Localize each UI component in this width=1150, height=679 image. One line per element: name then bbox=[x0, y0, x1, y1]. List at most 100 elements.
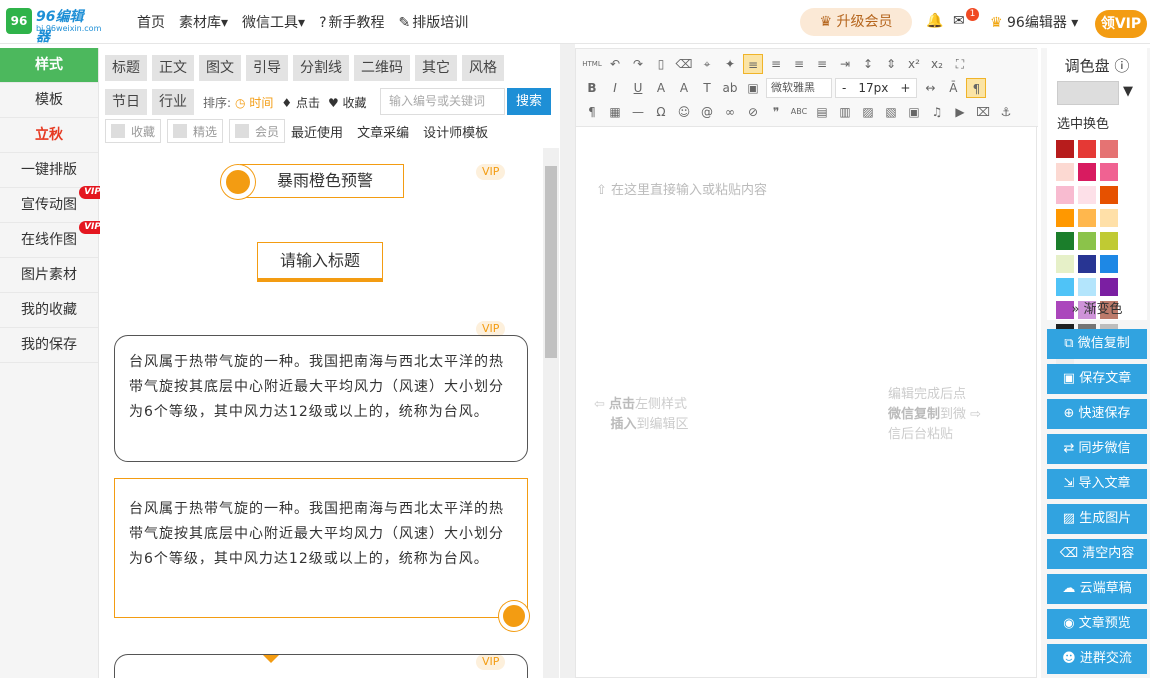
clear-format-icon[interactable]: ⌫ bbox=[674, 54, 694, 74]
sort-by-time[interactable]: ◷ 时间 bbox=[235, 94, 273, 111]
nav-materials[interactable]: 素材库▾ bbox=[179, 12, 228, 32]
emoji-icon[interactable]: ☺ bbox=[674, 102, 694, 122]
format-brush-icon[interactable]: ⌖ bbox=[697, 54, 717, 74]
material-scrollbar[interactable] bbox=[543, 148, 559, 678]
html-icon[interactable]: HTML bbox=[582, 54, 602, 74]
action-button[interactable]: ▨ 生成图片 bbox=[1047, 504, 1147, 534]
action-button[interactable]: ☻ 进群交流 bbox=[1047, 644, 1147, 674]
color-swatch[interactable] bbox=[1056, 232, 1074, 250]
action-button[interactable]: ⇲ 导入文章 bbox=[1047, 469, 1147, 499]
tag-industry[interactable]: 行业 bbox=[152, 89, 194, 115]
bold-icon[interactable]: B bbox=[582, 78, 602, 98]
sidebar-item-saved[interactable]: 我的保存 bbox=[0, 328, 98, 363]
filter-member[interactable]: 会员 bbox=[229, 119, 286, 143]
link-article-collect[interactable]: 文章采编 bbox=[357, 122, 409, 141]
action-button[interactable]: ⊕ 快速保存 bbox=[1047, 399, 1147, 429]
quote-icon[interactable]: ❞ bbox=[766, 102, 786, 122]
fullscreen-icon[interactable]: ⛶ bbox=[950, 54, 970, 74]
omega-icon[interactable]: Ω bbox=[651, 102, 671, 122]
nav-wechat-tools[interactable]: 微信工具▾ bbox=[242, 12, 305, 32]
color-swatch[interactable] bbox=[1078, 163, 1096, 181]
strikethrough-icon[interactable]: ABC bbox=[789, 102, 809, 122]
color-select[interactable] bbox=[1057, 81, 1119, 105]
color-swatch[interactable] bbox=[1100, 163, 1118, 181]
tag-style[interactable]: 风格 bbox=[462, 55, 504, 81]
color-swatch[interactable] bbox=[1100, 255, 1118, 273]
sidebar-item-favorites[interactable]: 我的收藏 bbox=[0, 293, 98, 328]
link-designer-template[interactable]: 设计师模板 bbox=[423, 122, 488, 141]
tag-body[interactable]: 正文 bbox=[152, 55, 194, 81]
color-swatch[interactable] bbox=[1078, 255, 1096, 273]
editor-placeholder[interactable]: ⇧ 在这里直接输入或粘贴内容 bbox=[596, 179, 767, 198]
sidebar-item-images[interactable]: 图片素材 bbox=[0, 258, 98, 293]
subscript-icon[interactable]: x₂ bbox=[927, 54, 947, 74]
get-vip-button[interactable]: 领VIP bbox=[1095, 10, 1147, 38]
paragraph-spacing-icon[interactable]: ⇕ bbox=[881, 54, 901, 74]
color-swatch[interactable] bbox=[1056, 278, 1074, 296]
filter-favorites[interactable]: 收藏 bbox=[105, 119, 162, 143]
rtl-icon[interactable]: ¶ bbox=[582, 102, 602, 122]
font-size-value[interactable]: 17px bbox=[852, 79, 894, 97]
search-button[interactable]: 搜索 bbox=[507, 88, 551, 115]
undo-icon[interactable]: ↶ bbox=[605, 54, 625, 74]
upgrade-member-button[interactable]: ♛ 升级会员 bbox=[800, 8, 912, 36]
music-icon[interactable]: ♫ bbox=[927, 102, 947, 122]
redo-icon[interactable]: ↷ bbox=[628, 54, 648, 74]
line-height-icon[interactable]: ↕ bbox=[858, 54, 878, 74]
search-input[interactable]: 输入编号或关键词 bbox=[380, 88, 505, 115]
horizontal-rule-icon[interactable]: — bbox=[628, 102, 648, 122]
template-icon[interactable]: ▤ bbox=[812, 102, 832, 122]
sidebar-item-style[interactable]: 样式 bbox=[0, 48, 98, 83]
sidebar-item-gif[interactable]: 宣传动图 VIP bbox=[0, 186, 106, 223]
link-recent[interactable]: 最近使用 bbox=[291, 122, 343, 141]
chevron-down-icon[interactable]: ▼ bbox=[1123, 84, 1133, 99]
action-button[interactable]: ☁ 云端草稿 bbox=[1047, 574, 1147, 604]
font-color-icon[interactable]: A bbox=[674, 78, 694, 98]
color-swatch[interactable] bbox=[1100, 209, 1118, 227]
color-swatch[interactable] bbox=[1078, 209, 1096, 227]
image-icon[interactable]: ▣ bbox=[743, 78, 763, 98]
color-swatch[interactable] bbox=[1100, 140, 1118, 158]
color-swatch[interactable] bbox=[1078, 278, 1096, 296]
image-insert-icon[interactable]: ▨ bbox=[858, 102, 878, 122]
color-swatch[interactable] bbox=[1078, 140, 1096, 158]
indent-icon[interactable]: ⇥ bbox=[835, 54, 855, 74]
video-icon[interactable]: ▶ bbox=[950, 102, 970, 122]
color-swatch[interactable] bbox=[1078, 186, 1096, 204]
unlink-icon[interactable]: ⊘ bbox=[743, 102, 763, 122]
border-text-icon[interactable]: A bbox=[651, 78, 671, 98]
align-justify-icon[interactable]: ≡ bbox=[812, 54, 832, 74]
new-doc-icon[interactable]: ▯ bbox=[651, 54, 671, 74]
sidebar-item-template[interactable]: 模板 bbox=[0, 83, 98, 118]
align-right-icon[interactable]: ≡ bbox=[789, 54, 809, 74]
clear-icon[interactable]: ⌧ bbox=[973, 102, 993, 122]
font-family-select[interactable]: 微软雅黑 bbox=[766, 78, 832, 98]
bell-icon[interactable]: 🔔 bbox=[926, 13, 943, 29]
font-size-increase[interactable]: + bbox=[894, 79, 916, 97]
style-card-paragraph-orange[interactable]: 台风属于热带气旋的一种。我国把南海与西北太平洋的热带气旋按其底层中心附近最大平均… bbox=[114, 478, 529, 631]
style-card-title-input[interactable]: 请输入标题 bbox=[257, 242, 383, 282]
sidebar-item-online-draw[interactable]: 在线作图 VIP bbox=[0, 221, 106, 258]
site-logo[interactable]: 96 96编辑器 bj.96weixin.com bbox=[6, 6, 101, 45]
action-button[interactable]: ◉ 文章预览 bbox=[1047, 609, 1147, 639]
color-swatch[interactable] bbox=[1056, 140, 1074, 158]
italic-icon[interactable]: I bbox=[605, 78, 625, 98]
tag-qrcode[interactable]: 二维码 bbox=[354, 55, 410, 81]
anchor-icon[interactable]: ⚓ bbox=[996, 102, 1016, 122]
table-icon[interactable]: ▦ bbox=[605, 102, 625, 122]
sort-by-favorite[interactable]: ♥ 收藏 bbox=[328, 94, 367, 111]
color-swatch[interactable] bbox=[1100, 232, 1118, 250]
gradient-toggle[interactable]: » 渐变色 bbox=[1047, 298, 1147, 317]
nav-training[interactable]: ✎ 排版培训 bbox=[399, 12, 469, 32]
superscript-icon[interactable]: x² bbox=[904, 54, 924, 74]
image-library-icon[interactable]: ▣ bbox=[904, 102, 924, 122]
tag-guide[interactable]: 引导 bbox=[246, 55, 288, 81]
scrollbar-thumb[interactable] bbox=[545, 166, 557, 358]
link-icon[interactable]: ∞ bbox=[720, 102, 740, 122]
nav-home[interactable]: 首页 bbox=[137, 12, 165, 32]
nav-tutorial[interactable]: ? 新手教程 bbox=[319, 12, 384, 32]
underline-icon[interactable]: U bbox=[628, 78, 648, 98]
color-swatch[interactable] bbox=[1056, 209, 1074, 227]
tag-divider[interactable]: 分割线 bbox=[293, 55, 349, 81]
action-button[interactable]: ⌫ 清空内容 bbox=[1047, 539, 1147, 569]
